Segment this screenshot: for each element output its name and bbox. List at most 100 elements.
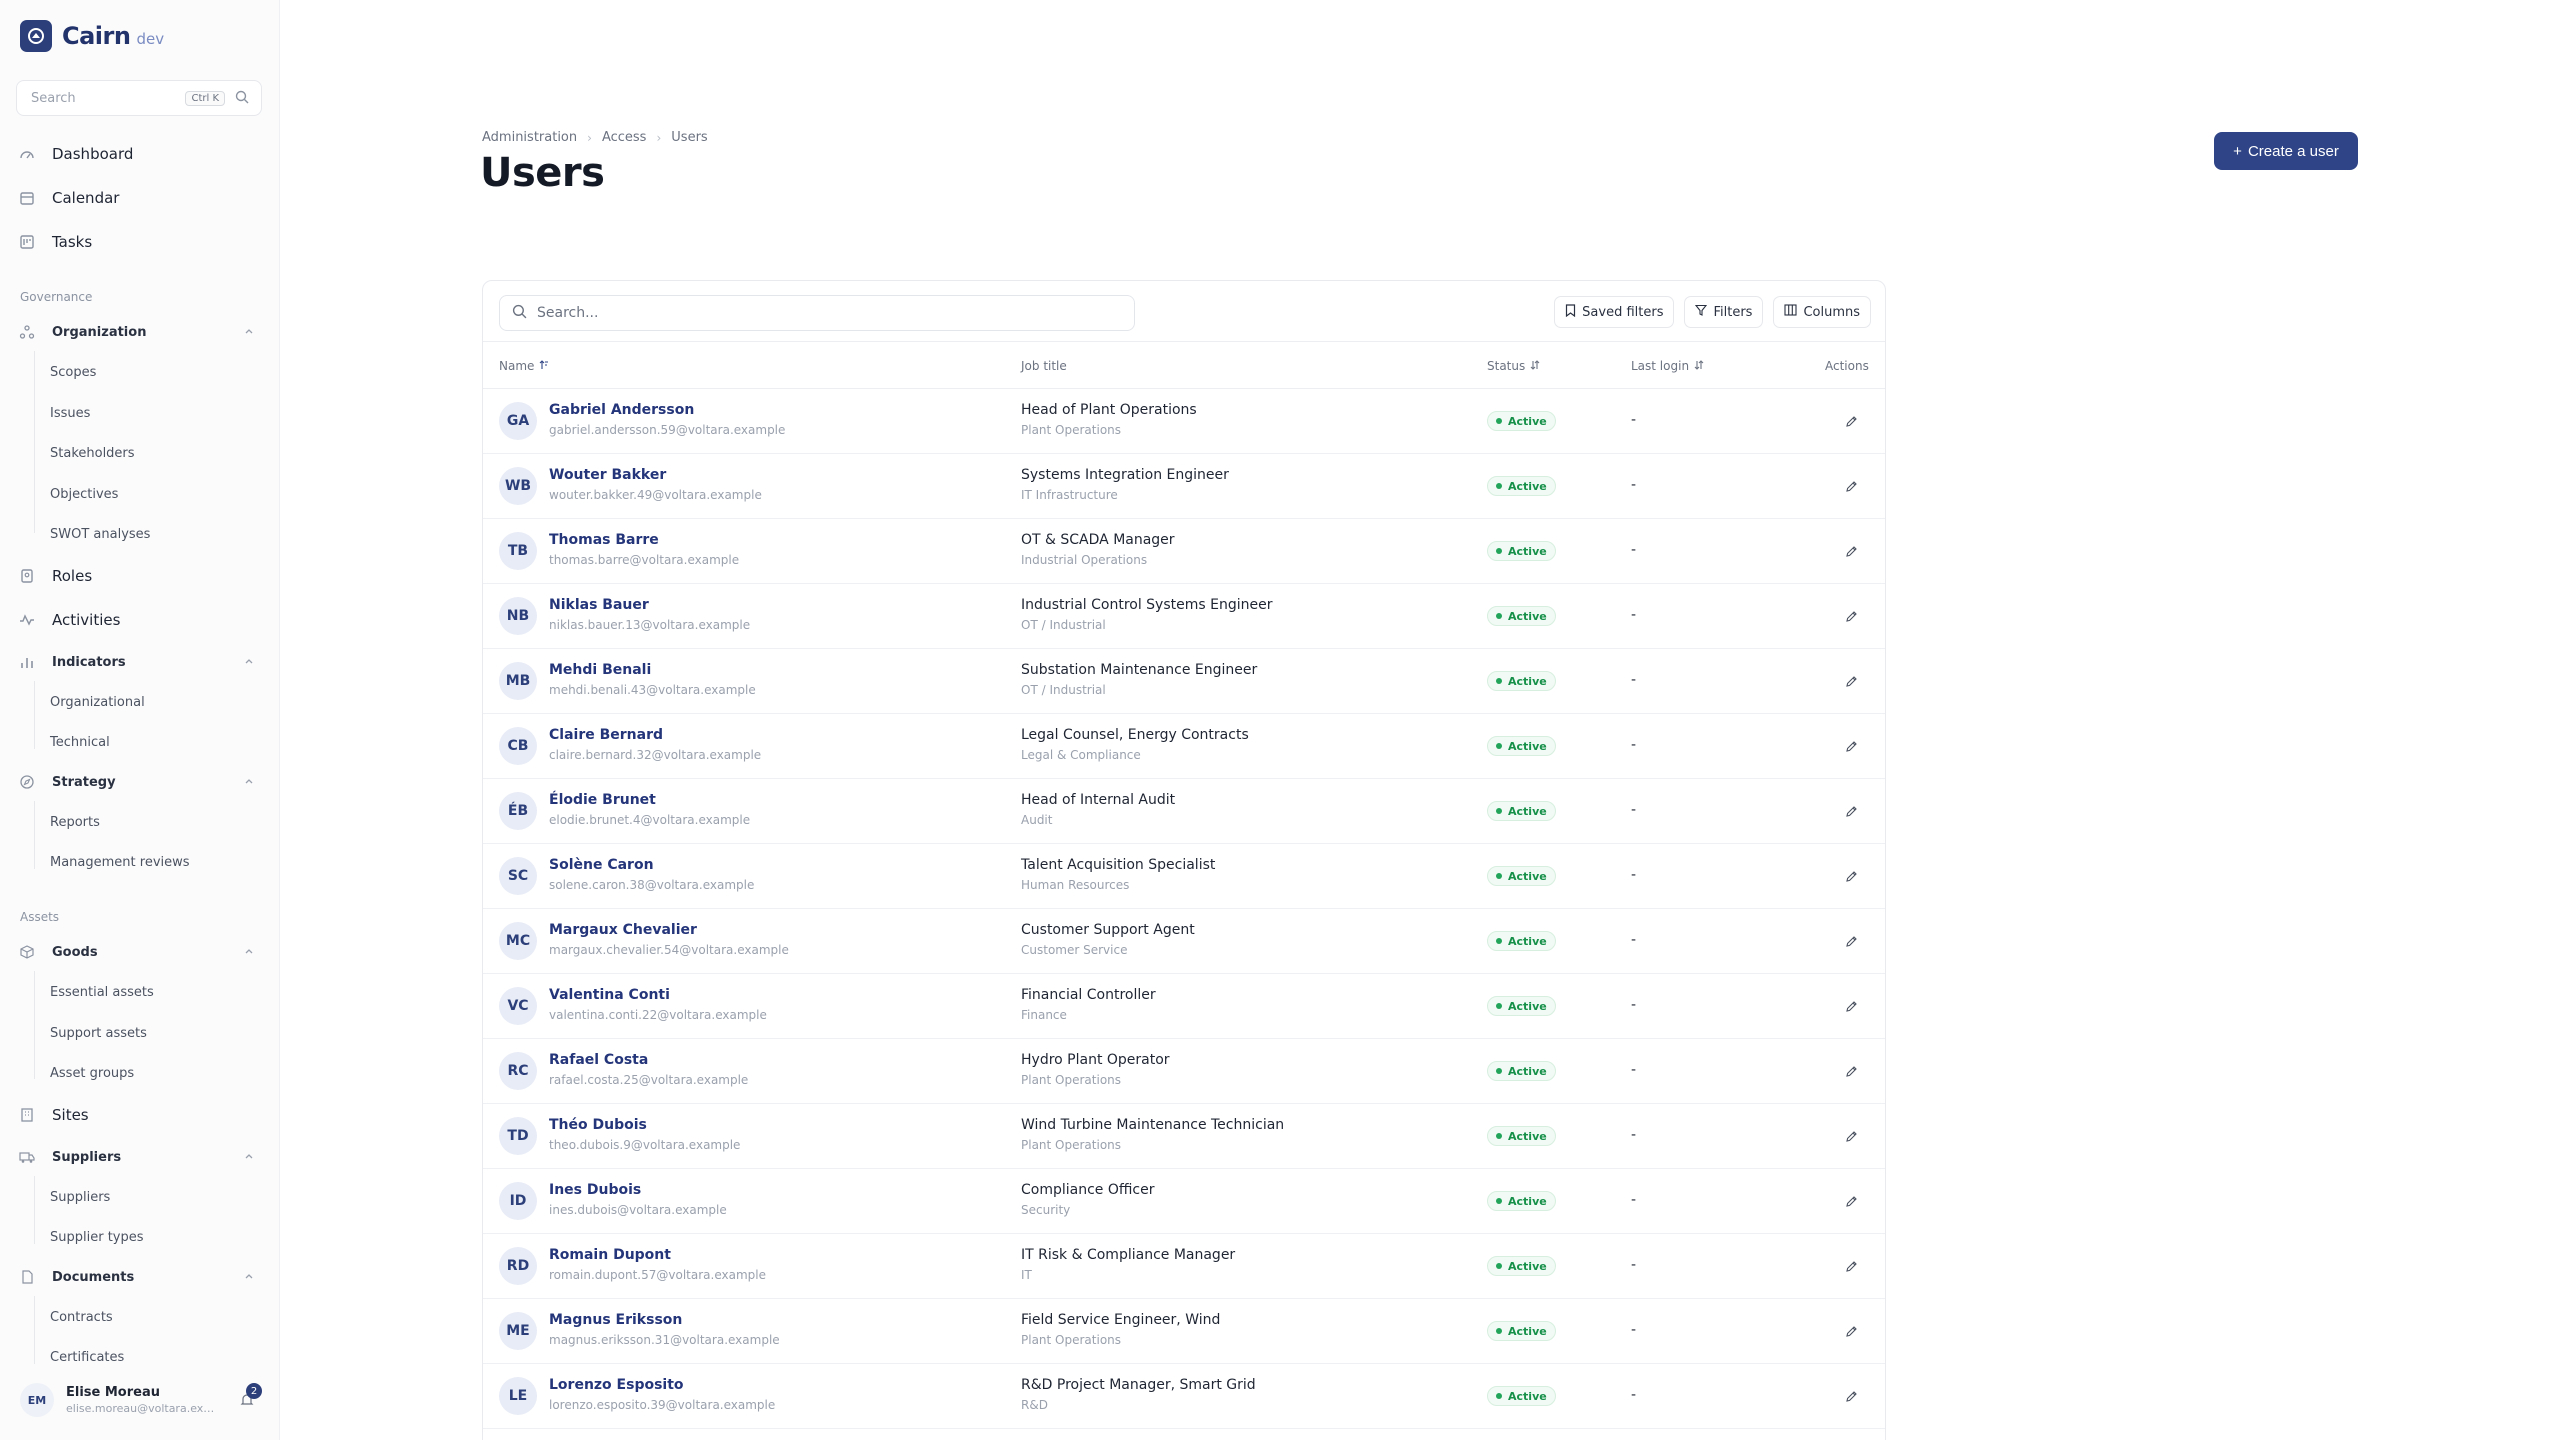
sidebar-item-stakeholders[interactable]: Stakeholders <box>50 446 135 461</box>
user-name-link[interactable]: Ines Dubois <box>549 1182 641 1198</box>
sidebar-search[interactable]: Search Ctrl K <box>16 80 262 116</box>
table-row[interactable]: ÉB Élodie Brunet elodie.brunet.4@voltara… <box>483 779 1885 844</box>
table-row[interactable]: ID Ines Dubois ines.dubois@voltara.examp… <box>483 1169 1885 1234</box>
user-name-link[interactable]: Claire Bernard <box>549 727 663 743</box>
table-row[interactable]: VC Valentina Conti valentina.conti.22@vo… <box>483 974 1885 1039</box>
table-row[interactable]: MC Margaux Chevalier margaux.chevalier.5… <box>483 909 1885 974</box>
table-row[interactable]: RD Romain Dupont romain.dupont.57@voltar… <box>483 1234 1885 1299</box>
user-name-link[interactable]: Mehdi Benali <box>549 662 651 678</box>
columns-button[interactable]: Columns <box>1773 296 1871 328</box>
edit-pencil-icon[interactable] <box>1841 996 1861 1016</box>
brand[interactable]: Cairn dev <box>20 20 164 52</box>
sidebar-item-contracts[interactable]: Contracts <box>50 1310 113 1325</box>
sort-icon <box>1530 359 1540 373</box>
sidebar-item-scopes[interactable]: Scopes <box>50 365 96 380</box>
sidebar-item-support-assets[interactable]: Support assets <box>50 1026 147 1041</box>
sidebar-item-label: Organization <box>52 324 147 340</box>
user-name-link[interactable]: Rafael Costa <box>549 1052 648 1068</box>
sidebar-item-reports[interactable]: Reports <box>50 815 100 830</box>
edit-pencil-icon[interactable] <box>1841 1126 1861 1146</box>
user-name-link[interactable]: Théo Dubois <box>549 1117 647 1133</box>
table-row[interactable]: CB Claire Bernard claire.bernard.32@volt… <box>483 714 1885 779</box>
user-name-link[interactable]: Valentina Conti <box>549 987 670 1003</box>
table-row[interactable]: SC Solène Caron solene.caron.38@voltara.… <box>483 844 1885 909</box>
edit-pencil-icon[interactable] <box>1841 736 1861 756</box>
user-menu[interactable]: EM Elise Moreau elise.moreau@voltara.exa… <box>14 1372 264 1428</box>
user-name-link[interactable]: Niklas Bauer <box>549 597 649 613</box>
department: Human Resources <box>1021 878 1130 892</box>
sidebar-item-issues[interactable]: Issues <box>50 406 90 421</box>
edit-pencil-icon[interactable] <box>1841 411 1861 431</box>
saved-filters-button[interactable]: Saved filters <box>1554 296 1675 328</box>
sidebar-item-supplier-types[interactable]: Supplier types <box>50 1230 144 1245</box>
filters-button[interactable]: Filters <box>1684 296 1764 328</box>
edit-pencil-icon[interactable] <box>1841 1191 1861 1211</box>
sidebar-item-management-reviews[interactable]: Management reviews <box>50 855 190 870</box>
sidebar-item-essential-assets[interactable]: Essential assets <box>50 985 154 1000</box>
user-name-link[interactable]: Solène Caron <box>549 857 654 873</box>
sidebar-item-objectives[interactable]: Objectives <box>50 487 118 502</box>
table-row[interactable]: TB Thomas Barre thomas.barre@voltara.exa… <box>483 519 1885 584</box>
edit-pencil-icon[interactable] <box>1841 1061 1861 1081</box>
sidebar-item-swot[interactable]: SWOT analyses <box>50 527 150 542</box>
sidebar-item-technical[interactable]: Technical <box>50 735 110 750</box>
user-name-link[interactable]: Wouter Bakker <box>549 467 666 483</box>
table-row[interactable]: ME Magnus Eriksson magnus.eriksson.31@vo… <box>483 1299 1885 1364</box>
sidebar-item-calendar[interactable]: Calendar <box>16 189 264 207</box>
edit-pencil-icon[interactable] <box>1841 476 1861 496</box>
sidebar-item-certificates[interactable]: Certificates <box>50 1350 124 1365</box>
breadcrumb-item[interactable]: Users <box>671 130 707 145</box>
create-user-button[interactable]: + Create a user <box>2214 132 2358 170</box>
sidebar-item-dashboard[interactable]: Dashboard <box>16 145 264 163</box>
user-name-link[interactable]: Thomas Barre <box>549 532 659 548</box>
department: OT / Industrial <box>1021 618 1106 632</box>
edit-pencil-icon[interactable] <box>1841 606 1861 626</box>
sidebar-item-asset-groups[interactable]: Asset groups <box>50 1066 134 1081</box>
table-search[interactable] <box>499 295 1135 331</box>
sidebar-item-suppliers-list[interactable]: Suppliers <box>50 1190 110 1205</box>
table-search-input[interactable] <box>537 305 1122 321</box>
sidebar-item-activities[interactable]: Activities <box>16 611 264 629</box>
status-dot-icon <box>1496 1263 1502 1269</box>
table-row[interactable]: GA Gabriel Andersson gabriel.andersson.5… <box>483 389 1885 454</box>
table-row[interactable]: LE Lorenzo Esposito lorenzo.esposito.39@… <box>483 1364 1885 1429</box>
column-last-login[interactable]: Last login <box>1631 359 1704 373</box>
breadcrumb-item[interactable]: Administration <box>482 130 577 145</box>
edit-pencil-icon[interactable] <box>1841 866 1861 886</box>
table-row[interactable]: TD Théo Dubois theo.dubois.9@voltara.exa… <box>483 1104 1885 1169</box>
edit-pencil-icon[interactable] <box>1841 1256 1861 1276</box>
sidebar-item-indicators[interactable]: Indicators <box>16 654 264 670</box>
user-avatar: LE <box>499 1377 537 1415</box>
table-row[interactable]: RC Rafael Costa rafael.costa.25@voltara.… <box>483 1039 1885 1104</box>
sidebar-item-tasks[interactable]: Tasks <box>16 233 264 251</box>
sidebar-item-suppliers[interactable]: Suppliers <box>16 1149 264 1165</box>
table-row[interactable]: WB Wouter Bakker wouter.bakker.49@voltar… <box>483 454 1885 519</box>
sidebar-item-documents[interactable]: Documents <box>16 1269 264 1285</box>
column-name[interactable]: Name <box>499 359 549 373</box>
user-name-link[interactable]: Romain Dupont <box>549 1247 671 1263</box>
edit-pencil-icon[interactable] <box>1841 1321 1861 1341</box>
edit-pencil-icon[interactable] <box>1841 1386 1861 1406</box>
user-email: romain.dupont.57@voltara.example <box>549 1268 766 1282</box>
user-name-link[interactable]: Lorenzo Esposito <box>549 1377 684 1393</box>
edit-pencil-icon[interactable] <box>1841 541 1861 561</box>
user-name-link[interactable]: Élodie Brunet <box>549 792 656 808</box>
user-name-link[interactable]: Gabriel Andersson <box>549 402 694 418</box>
user-name-link[interactable]: Margaux Chevalier <box>549 922 697 938</box>
column-status[interactable]: Status <box>1487 359 1540 373</box>
table-row[interactable]: NB Niklas Bauer niklas.bauer.13@voltara.… <box>483 584 1885 649</box>
sidebar-item-roles[interactable]: Roles <box>16 567 264 585</box>
edit-pencil-icon[interactable] <box>1841 671 1861 691</box>
sidebar-item-organization[interactable]: Organization <box>16 324 264 340</box>
user-name-link[interactable]: Magnus Eriksson <box>549 1312 682 1328</box>
edit-pencil-icon[interactable] <box>1841 801 1861 821</box>
sidebar-item-strategy[interactable]: Strategy <box>16 774 264 790</box>
sidebar-item-goods[interactable]: Goods <box>16 944 264 960</box>
sidebar-item-sites[interactable]: Sites <box>16 1106 264 1124</box>
sidebar-item-label: Suppliers <box>52 1149 122 1165</box>
table-row[interactable]: MB Mehdi Benali mehdi.benali.43@voltara.… <box>483 649 1885 714</box>
edit-pencil-icon[interactable] <box>1841 931 1861 951</box>
sidebar-item-organizational[interactable]: Organizational <box>50 695 145 710</box>
bell-icon[interactable]: 2 <box>240 1383 262 1411</box>
breadcrumb-item[interactable]: Access <box>602 130 647 145</box>
